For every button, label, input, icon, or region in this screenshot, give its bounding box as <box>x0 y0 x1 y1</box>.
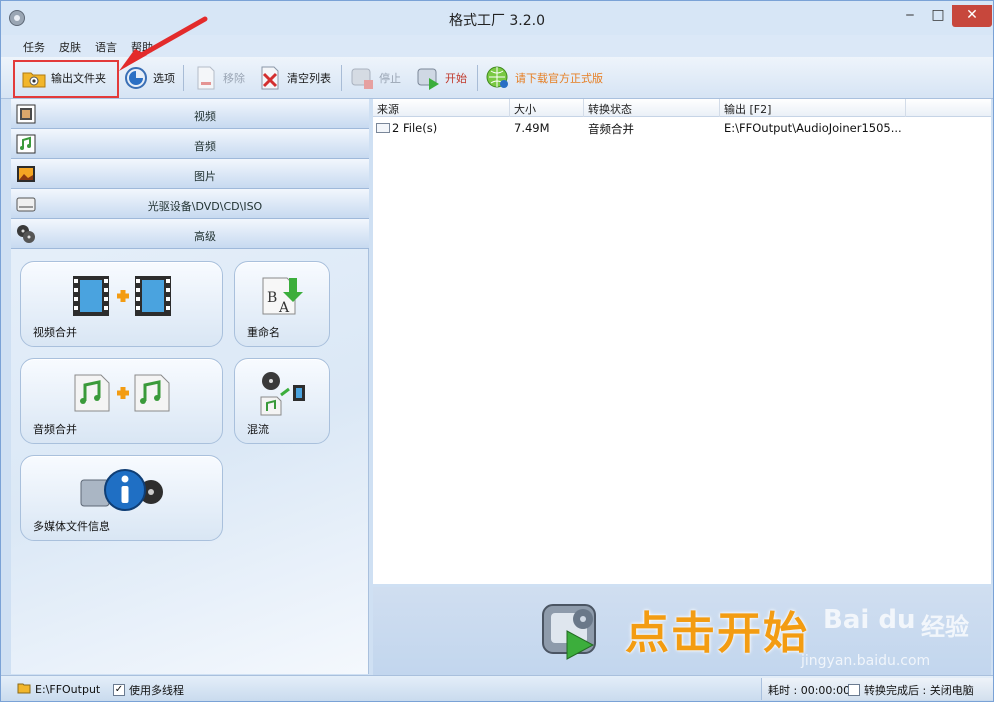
watermark-logo: Bai du <box>823 605 916 635</box>
film-reel-icon <box>15 223 37 245</box>
highlight-box <box>13 60 119 98</box>
after-done-label: 转换完成后 : 关闭电脑 <box>864 684 974 697</box>
after-done-checkbox[interactable] <box>848 684 860 696</box>
start-banner-text: 点击开始 <box>625 608 809 659</box>
tile-audio-merge-label: 音频合并 <box>33 423 77 436</box>
tile-video-merge-label: 视频合并 <box>33 326 77 339</box>
output-path-indicator[interactable]: E:\FFOutput <box>17 682 100 697</box>
tile-media-info-label: 多媒体文件信息 <box>33 520 110 533</box>
remove-label: 移除 <box>223 72 245 85</box>
start-icon <box>415 65 441 91</box>
column-header-size[interactable]: 大小 <box>514 101 536 117</box>
cell-source: 2 File(s) <box>392 121 438 135</box>
category-audio[interactable]: 音频 <box>11 129 369 159</box>
column-divider <box>509 99 510 117</box>
category-audio-label: 音频 <box>194 140 216 153</box>
tile-media-info[interactable]: 多媒体文件信息 <box>20 455 223 541</box>
media-info-icon <box>80 469 163 511</box>
tile-rename[interactable]: B A 重命名 <box>234 261 330 347</box>
download-official-link[interactable]: 请下载官方正式版 <box>485 62 603 94</box>
optical-drive-icon <box>15 193 37 215</box>
task-list-header: 来源 大小 转换状态 输出 [F2] <box>373 99 991 117</box>
category-video-label: 视频 <box>194 110 216 123</box>
toolbar-divider <box>341 65 342 91</box>
category-image[interactable]: 图片 <box>11 159 369 189</box>
start-button[interactable]: 开始 <box>415 62 467 94</box>
column-divider <box>905 99 906 117</box>
svg-text:B: B <box>267 290 277 306</box>
category-advanced-label: 高级 <box>194 230 216 243</box>
menu-skin[interactable]: 皮肤 <box>59 39 81 55</box>
close-button[interactable]: ✕ <box>952 5 992 27</box>
multithread-checkbox[interactable]: ✓ <box>113 684 125 696</box>
cell-size: 7.49M <box>514 121 550 135</box>
watermark-jingyan: 经验 <box>921 613 969 641</box>
menu-task[interactable]: 任务 <box>23 39 45 55</box>
tile-rename-label: 重命名 <box>247 326 280 339</box>
status-bar: E:\FFOutput ✓ 使用多线程 耗时 : 00:00:00 转换完成后 … <box>1 675 993 701</box>
clear-list-icon <box>257 65 283 91</box>
audio-merge-icon <box>74 374 170 412</box>
column-header-output[interactable]: 输出 [F2] <box>724 101 771 117</box>
column-divider <box>719 99 720 117</box>
tile-audio-merge[interactable]: 音频合并 <box>20 358 223 444</box>
start-banner[interactable]: 点击开始 Bai du 经验 jingyan.baidu.com <box>373 587 991 675</box>
stop-button[interactable]: 停止 <box>349 62 401 94</box>
app-window: 格式工厂 3.2.0 ‒ □ ✕ 任务 皮肤 语言 帮助 输出文件夹 选项 移除… <box>0 0 994 702</box>
elapsed-time: 耗时 : 00:00:00 <box>768 684 851 697</box>
category-panel: 视频 音频 图片 光驱设备\DVD\CD\ISO 高级 视频合并 B A 重命名… <box>11 99 369 674</box>
output-path-text: E:\FFOutput <box>35 683 101 696</box>
image-category-icon <box>15 163 37 185</box>
maximize-button[interactable]: □ <box>924 5 952 27</box>
category-image-label: 图片 <box>194 170 216 183</box>
column-divider <box>583 99 584 117</box>
category-rom-device[interactable]: 光驱设备\DVD\CD\ISO <box>11 189 369 219</box>
audio-category-icon <box>15 133 37 155</box>
folder-small-icon <box>17 682 31 697</box>
cell-output: E:\FFOutput\AudioJoiner1505... <box>724 121 902 135</box>
svg-text:A: A <box>278 300 290 316</box>
category-video[interactable]: 视频 <box>11 99 369 129</box>
category-advanced[interactable]: 高级 <box>11 219 369 249</box>
multithread-option[interactable]: ✓ 使用多线程 <box>113 682 184 698</box>
minimize-button[interactable]: ‒ <box>896 5 924 27</box>
baidu-jingyan-watermark: Bai du 经验 jingyan.baidu.com <box>791 587 991 675</box>
category-rom-device-label: 光驱设备\DVD\CD\ISO <box>147 200 263 213</box>
stop-label: 停止 <box>379 72 401 85</box>
start-label: 开始 <box>445 72 467 85</box>
tile-video-merge[interactable]: 视频合并 <box>20 261 223 347</box>
status-right-section: 耗时 : 00:00:00 转换完成后 : 关闭电脑 <box>761 678 993 700</box>
column-header-status[interactable]: 转换状态 <box>588 101 632 117</box>
tile-mux-label: 混流 <box>247 423 269 436</box>
file-icon <box>376 123 390 133</box>
globe-icon <box>485 65 511 91</box>
video-merge-icon <box>73 276 171 316</box>
cell-status: 音频合并 <box>588 122 634 136</box>
task-list: 来源 大小 转换状态 输出 [F2] 2 File(s) 7.49M 音频合并 … <box>373 99 991 584</box>
rename-icon: B A <box>262 277 303 316</box>
stop-icon <box>349 65 375 91</box>
table-row[interactable]: 2 File(s) 7.49M 音频合并 E:\FFOutput\AudioJo… <box>373 119 991 137</box>
watermark-url: jingyan.baidu.com <box>801 653 931 669</box>
toolbar-divider <box>477 65 478 91</box>
red-arrow-annotation <box>119 16 208 71</box>
clear-list-button[interactable]: 清空列表 <box>257 62 331 94</box>
column-header-source[interactable]: 来源 <box>377 101 399 117</box>
clear-list-label: 清空列表 <box>287 72 331 85</box>
start-banner-icon <box>542 604 596 660</box>
tile-mux[interactable]: 混流 <box>234 358 330 444</box>
download-official-label: 请下载官方正式版 <box>515 72 603 85</box>
after-done-option[interactable]: 转换完成后 : 关闭电脑 <box>848 682 974 698</box>
multithread-label: 使用多线程 <box>129 684 184 697</box>
mux-icon <box>260 372 305 416</box>
video-category-icon <box>15 103 37 125</box>
